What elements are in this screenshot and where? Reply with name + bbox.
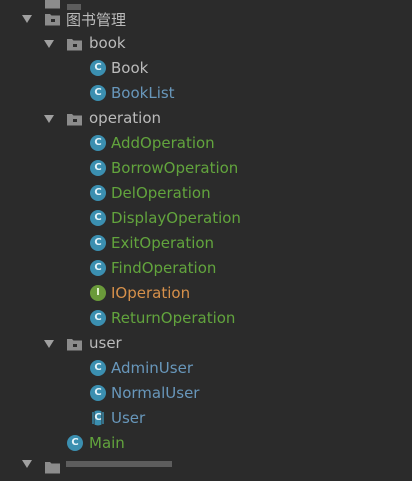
class-icon: C [90,60,106,76]
tree-row-class[interactable]: C FindOperation [0,256,412,281]
tree-node-label: DelOperation [111,184,211,202]
partial-label [66,461,172,467]
tree-row-class[interactable]: C DisplayOperation [0,206,412,231]
class-icon: C [90,260,106,276]
tree-row-interface[interactable]: I IOperation [0,281,412,306]
tree-row-class[interactable]: C ReturnOperation [0,306,412,331]
tree-node-label: operation [89,109,162,127]
class-icon: C [90,160,106,176]
tree-row-root[interactable]: 图书管理 [0,6,412,31]
expand-arrow-icon[interactable] [44,39,54,49]
package-icon [66,37,83,51]
class-icon: C [90,360,106,376]
folder-icon [44,12,61,26]
tree-node-label: AdminUser [111,359,193,377]
tree-row-class[interactable]: C NormalUser [0,381,412,406]
tree-row-class[interactable]: C BookList [0,81,412,106]
class-icon: C [90,85,106,101]
abstract-class-letter: C [94,412,102,423]
tree-node-label: 图书管理 [66,11,127,29]
tree-row-main-class[interactable]: C Main [0,431,412,456]
tree-row-class[interactable]: C DelOperation [0,181,412,206]
tree-node-label: AddOperation [111,134,215,152]
class-icon: C [90,185,106,201]
tree-node-label: Book [111,59,149,77]
tree-node-label: BorrowOperation [111,159,239,177]
folder-icon [44,460,61,474]
tree-row-class[interactable]: C AddOperation [0,131,412,156]
expand-arrow-icon [22,459,32,469]
tree-node-label: ExitOperation [111,234,215,252]
tree-row-package-operation[interactable]: operation [0,106,412,131]
interface-icon: I [90,285,106,301]
tree-node-label: User [111,409,146,427]
expand-arrow-icon[interactable] [44,114,54,124]
tree-node-label: Main [89,434,125,452]
package-icon [66,337,83,351]
tree-row-package-book[interactable]: book [0,31,412,56]
class-icon: C [90,310,106,326]
class-icon: C [67,435,83,451]
tree-node-label: NormalUser [111,384,200,402]
tree-row-class[interactable]: C AdminUser [0,356,412,381]
tree-node-label: FindOperation [111,259,217,277]
tree-row-class[interactable]: C Book [0,56,412,81]
package-icon [66,112,83,126]
tree-row-partial-bottom [0,456,412,481]
tree-node-label: user [89,334,122,352]
class-icon: C [90,210,106,226]
tree-node-label: BookList [111,84,175,102]
expand-arrow-icon[interactable] [22,14,32,24]
tree-row-abstract-class[interactable]: C User [0,406,412,431]
tree-row-class[interactable]: C BorrowOperation [0,156,412,181]
class-icon: C [90,385,106,401]
expand-arrow-icon[interactable] [44,339,54,349]
tree-node-label: DisplayOperation [111,209,241,227]
class-icon: C [90,235,106,251]
project-tree: 图书管理 book C Book C BookList operation C … [0,0,412,474]
tree-row-package-user[interactable]: user [0,331,412,356]
class-icon: C [90,135,106,151]
tree-node-label: book [89,34,126,52]
tree-row-class[interactable]: C ExitOperation [0,231,412,256]
abstract-class-icon: C [90,410,106,426]
tree-node-label: IOperation [111,284,191,302]
tree-node-label: ReturnOperation [111,309,236,327]
